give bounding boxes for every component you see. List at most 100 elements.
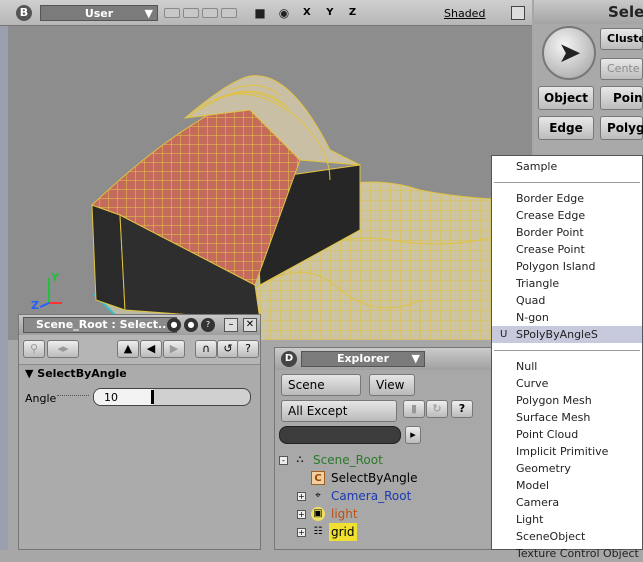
tree-node-label[interactable]: Scene_Root <box>311 451 385 469</box>
right-arrow-icon[interactable]: ▶ <box>163 340 185 358</box>
menu-item[interactable]: Polygon Island <box>492 258 642 275</box>
menu-item[interactable]: Point Cloud <box>492 426 642 443</box>
menu-item-label: Geometry <box>516 462 571 475</box>
menu-item[interactable]: Curve <box>492 375 642 392</box>
menu-item[interactable]: Model <box>492 477 642 494</box>
tree-node-label[interactable]: SelectByAngle <box>329 469 420 487</box>
edge-button[interactable]: Edge <box>538 116 594 140</box>
search-options-icon[interactable]: ▸ <box>405 426 421 444</box>
menu-item-label: Border Edge <box>516 192 585 205</box>
menu-item-label: Polygon Island <box>516 260 596 273</box>
3d-viewport[interactable]: Y Z B User ▼ ■ ◉ X Y Z Shaded <box>0 0 532 340</box>
filter-button[interactable]: All Except Params ◢ <box>281 400 397 438</box>
menu-item-label: Null <box>516 360 538 373</box>
arrow-cursor-icon: ➤ <box>558 36 582 69</box>
prev-next-arrows[interactable]: ◂▸ <box>47 340 79 358</box>
link-icon[interactable]: ⚲ <box>23 340 45 358</box>
menu-item-label: Light <box>516 513 544 526</box>
menu-item[interactable]: N-gon <box>492 309 642 326</box>
menu-item[interactable]: Polygon Mesh <box>492 392 642 409</box>
close-icon[interactable]: ✕ <box>243 318 257 332</box>
menu-item-label: Crease Edge <box>516 209 586 222</box>
help-icon[interactable]: ? <box>237 340 259 358</box>
revert-icon[interactable]: ↺ <box>217 340 239 358</box>
up-arrow-icon[interactable]: ▲ <box>117 340 139 358</box>
point-button[interactable]: Point <box>600 86 643 110</box>
section-header[interactable]: ▼ SelectByAngle <box>25 367 127 380</box>
explorer-title-menu[interactable]: Explorer ▼ <box>301 351 425 367</box>
lock-icon[interactable]: ▮ <box>403 400 425 418</box>
menu-item[interactable]: Border Edge <box>492 190 642 207</box>
menu-item[interactable]: Geometry <box>492 460 642 477</box>
menu-item[interactable]: Camera <box>492 494 642 511</box>
shading-mode-menu[interactable]: Shaded <box>444 7 485 20</box>
angle-value[interactable]: 10 <box>104 391 118 404</box>
tree-row[interactable]: C SelectByAngle <box>279 469 489 487</box>
tree-node-label[interactable]: light <box>329 505 360 523</box>
menu-item[interactable]: Crease Edge <box>492 207 642 224</box>
tree-row[interactable]: - ⛬ Scene_Root <box>279 451 489 469</box>
viewport-memo-slots[interactable] <box>164 8 237 18</box>
minimize-icon[interactable]: – <box>224 318 238 332</box>
angle-label: Angle <box>25 392 57 405</box>
tree-node-label[interactable]: grid <box>329 523 357 541</box>
camera-root-icon: ⌖ <box>315 490 321 501</box>
expand-icon[interactable]: + <box>297 528 306 537</box>
select-tool-button[interactable]: ➤ <box>542 26 596 80</box>
search-input[interactable] <box>279 426 401 444</box>
menu-item-label: Crease Point <box>516 243 585 256</box>
cluster-button[interactable]: Cluste <box>600 28 643 50</box>
property-editor-toolbar: ⚲ ◂▸ ▲ ◀ ▶ ∩ ↺ ? <box>19 335 260 365</box>
polygon-button[interactable]: Polygo <box>600 116 643 140</box>
memo-slot[interactable] <box>202 8 218 18</box>
menu-item[interactable]: Sample <box>492 158 642 175</box>
menu-item[interactable]: Triangle <box>492 275 642 292</box>
memo-slot[interactable] <box>183 8 199 18</box>
lock-icon[interactable]: ● <box>167 318 181 332</box>
maximize-icon[interactable] <box>511 6 525 20</box>
expand-icon[interactable]: + <box>297 510 306 519</box>
scope-button[interactable]: Scene Root ◢ <box>281 374 361 412</box>
recycle-icon[interactable]: ● <box>184 318 198 332</box>
slider-knob[interactable] <box>151 390 155 404</box>
section-title: SelectByAngle <box>37 367 127 380</box>
lock-icon[interactable]: ∩ <box>195 340 217 358</box>
tree-row[interactable]: + ☷ grid <box>279 523 489 541</box>
tree-row[interactable]: + ⌖ Camera_Root <box>279 487 489 505</box>
menu-separator <box>494 350 640 351</box>
center-button[interactable]: Cente <box>600 58 643 80</box>
angle-slider[interactable]: 10 <box>93 388 251 406</box>
custom-operator-icon: C <box>311 471 325 485</box>
object-button[interactable]: Object <box>538 86 594 110</box>
collapse-icon[interactable]: - <box>279 456 288 465</box>
gizmo-y-label: Y <box>50 271 60 284</box>
menu-item[interactable]: Quad <box>492 292 642 309</box>
menu-item-label: Texture Control Object <box>516 547 639 560</box>
refresh-icon[interactable]: ↻ <box>426 400 448 418</box>
viewport-letter-badge[interactable]: B <box>16 5 32 21</box>
help-icon[interactable]: ? <box>201 318 215 332</box>
memo-slot[interactable] <box>221 8 237 18</box>
view-button[interactable]: View ◢ <box>369 374 415 413</box>
tree-node-label[interactable]: Camera_Root <box>329 487 413 505</box>
camera-icon[interactable]: ■ <box>252 6 268 20</box>
menu-item[interactable]: Implicit Primitive <box>492 443 642 460</box>
help-icon[interactable]: ? <box>451 400 473 418</box>
tree-row[interactable]: + ▣ light <box>279 505 489 523</box>
menu-item[interactable]: Border Point <box>492 224 642 241</box>
menu-item[interactable]: Null <box>492 358 642 375</box>
explorer-letter-badge[interactable]: D <box>281 351 297 367</box>
menu-item[interactable]: Crease Point <box>492 241 642 258</box>
expand-icon[interactable]: + <box>297 492 306 501</box>
eye-icon[interactable]: ◉ <box>276 6 292 20</box>
menu-item[interactable]: Surface Mesh <box>492 409 642 426</box>
menu-item[interactable]: U SPolyByAngleS <box>492 326 642 343</box>
menu-item[interactable]: Texture Control Object <box>492 545 642 562</box>
menu-item[interactable]: SceneObject <box>492 528 642 545</box>
xyz-axis-buttons[interactable]: X Y Z <box>303 7 362 18</box>
menu-item-label: N-gon <box>516 311 549 324</box>
menu-item[interactable]: Light <box>492 511 642 528</box>
left-arrow-icon[interactable]: ◀ <box>140 340 162 358</box>
memo-slot[interactable] <box>164 8 180 18</box>
camera-selector[interactable]: User ▼ <box>40 5 158 21</box>
